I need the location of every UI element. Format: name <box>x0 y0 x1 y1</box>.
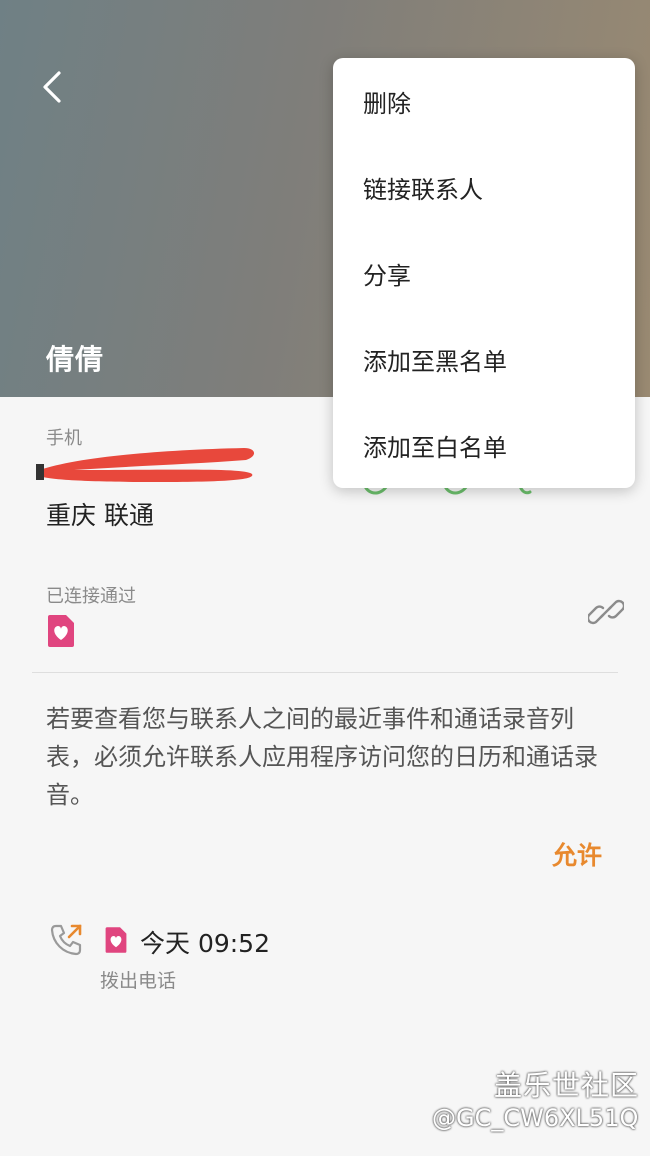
connected-via-label: 已连接通过 <box>46 586 136 607</box>
menu-item-add-blacklist[interactable]: 添加至黑名单 <box>333 316 635 402</box>
menu-item-link-contact[interactable]: 链接联系人 <box>333 144 635 230</box>
contact-name: 倩倩 <box>46 343 105 376</box>
chevron-left-icon <box>43 71 61 103</box>
watermark-user: @GC_CW6XL51Q <box>432 1104 639 1132</box>
section-divider <box>32 672 618 673</box>
outgoing-call-icon <box>50 924 82 956</box>
watermark-title: 盖乐世社区 <box>494 1069 640 1102</box>
permission-notice: 若要查看您与联系人之间的最近事件和通话录音列表，必须允许联系人应用程序访问您的日… <box>46 705 598 809</box>
allow-button[interactable]: 允许 <box>552 836 602 872</box>
menu-item-add-whitelist[interactable]: 添加至白名单 <box>333 402 635 488</box>
carrier-label: 重庆 联通 <box>46 501 154 530</box>
link-icon[interactable] <box>588 594 624 630</box>
call-time: 今天 09:52 <box>140 929 270 958</box>
menu-item-share[interactable]: 分享 <box>333 230 635 316</box>
call-type: 拨出电话 <box>100 970 177 992</box>
back-button[interactable] <box>30 62 74 112</box>
menu-item-delete[interactable]: 删除 <box>333 58 635 144</box>
phone-number-redacted <box>36 448 255 482</box>
overflow-menu: 删除 链接联系人 分享 添加至黑名单 添加至白名单 <box>333 58 635 488</box>
sim-card-icon <box>105 927 127 953</box>
sim-card-icon <box>48 615 74 647</box>
